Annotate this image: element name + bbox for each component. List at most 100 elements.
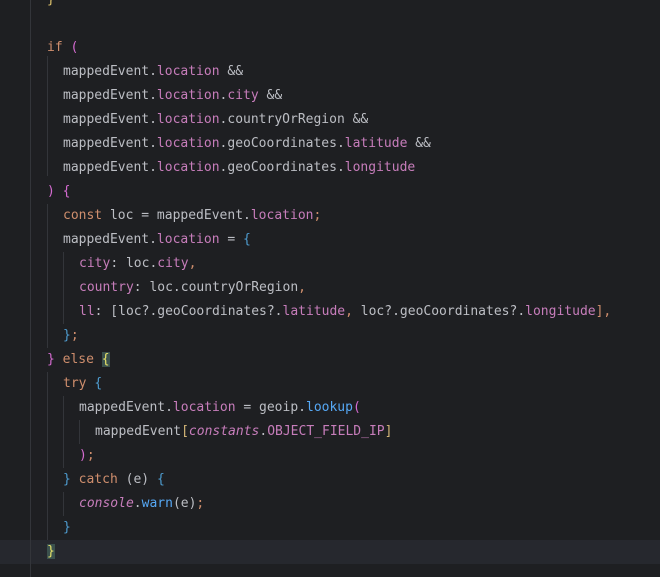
code-token: latitude xyxy=(282,304,346,319)
code-token: location xyxy=(156,232,220,247)
code-token: ) xyxy=(79,448,87,463)
code-token: . xyxy=(149,160,157,175)
code-line-text: ll: [loc?.geoCoordinates?.latitude, loc?… xyxy=(79,300,611,324)
code-token: } xyxy=(63,328,71,343)
code-token: lookup xyxy=(306,400,353,415)
code-line-text: country: loc.countryOrRegion, xyxy=(79,276,306,300)
code-line[interactable]: mappedEvent.location.city && xyxy=(0,84,660,108)
code-token: location xyxy=(156,136,220,151)
code-token: . xyxy=(243,208,251,223)
code-token: . xyxy=(336,136,345,151)
code-line[interactable]: try { xyxy=(0,372,660,396)
code-line[interactable] xyxy=(0,12,660,36)
code-token: location xyxy=(156,160,220,175)
code-token: , xyxy=(298,280,306,295)
code-line[interactable]: } else { xyxy=(0,348,660,372)
code-line-text: console.warn(e); xyxy=(79,492,204,516)
code-token: location xyxy=(156,64,220,79)
indent-guide xyxy=(30,0,31,577)
code-token: } xyxy=(47,544,55,559)
code-line-text: } xyxy=(47,540,55,564)
code-token: mappedEvent xyxy=(63,64,150,79)
code-token: . xyxy=(149,88,157,103)
code-line-text: mappedEvent.location.geoCoordinates.lati… xyxy=(63,132,431,156)
code-line-text: } else { xyxy=(47,348,110,372)
code-token: , xyxy=(345,304,361,319)
code-token: city xyxy=(79,256,111,271)
code-token: city xyxy=(157,256,189,271)
code-line[interactable]: if ( xyxy=(0,36,660,60)
code-editor[interactable]: }} console.warn(e);} catch (e) {); mappedE… xyxy=(0,0,660,577)
code-token: && xyxy=(258,88,283,103)
code-line[interactable]: mappedEvent.location.geoCoordinates.long… xyxy=(0,156,660,180)
code-token: ( xyxy=(70,40,79,55)
code-line[interactable]: ); xyxy=(0,444,660,468)
code-line[interactable]: } xyxy=(0,516,660,540)
code-token: location xyxy=(156,112,220,127)
code-line[interactable]: country: loc.countryOrRegion, xyxy=(0,276,660,300)
code-token: country xyxy=(79,280,134,295)
code-token: location xyxy=(156,88,220,103)
code-line-text: mappedEvent.location.geoCoordinates.long… xyxy=(63,156,415,180)
code-line[interactable]: ) { xyxy=(0,180,660,204)
code-line[interactable]: console.warn(e); xyxy=(0,492,660,516)
code-line[interactable]: }; xyxy=(0,324,660,348)
code-token: catch xyxy=(78,472,118,487)
code-token: mappedEvent xyxy=(63,136,150,151)
code-token: && xyxy=(219,64,244,79)
code-token: mappedEvent xyxy=(79,400,166,415)
code-line[interactable]: ll: [loc?.geoCoordinates?.latitude, loc?… xyxy=(0,300,660,324)
code-token: ( xyxy=(352,400,361,415)
code-token: { xyxy=(62,184,71,199)
code-token: = xyxy=(219,232,244,247)
code-line[interactable]: mappedEvent.location.geoCoordinates.lati… xyxy=(0,132,660,156)
code-line[interactable]: } xyxy=(0,0,660,12)
code-line[interactable]: mappedEvent.location = geoip.lookup( xyxy=(0,396,660,420)
code-token: . xyxy=(336,160,345,175)
code-token: [ xyxy=(181,424,189,439)
code-line-text: ) { xyxy=(47,180,70,204)
code-line[interactable]: mappedEvent.location && xyxy=(0,60,660,84)
code-token: : loc. xyxy=(110,256,158,271)
code-line[interactable]: mappedEvent[constants.OBJECT_FIELD_IP] xyxy=(0,420,660,444)
indent-guide xyxy=(63,492,64,516)
code-token: { xyxy=(101,352,110,367)
code-token: mappedEvent xyxy=(95,424,182,439)
code-token: else xyxy=(62,352,94,367)
code-line[interactable]: mappedEvent.location.countryOrRegion && xyxy=(0,108,660,132)
code-line-text: mappedEvent.location.countryOrRegion && xyxy=(63,108,368,132)
code-line[interactable]: city: loc.city, xyxy=(0,252,660,276)
code-token: warn xyxy=(141,496,173,511)
code-token: } xyxy=(47,352,55,367)
code-token: } xyxy=(63,472,71,487)
code-token: longitude xyxy=(525,304,596,319)
code-line-text: } xyxy=(63,516,71,540)
code-token: mappedEvent xyxy=(63,88,150,103)
code-token: = geoip. xyxy=(235,400,306,415)
code-token: const xyxy=(63,208,103,223)
code-token: ll xyxy=(79,304,95,319)
code-token: (e) xyxy=(117,472,157,487)
code-token: ; xyxy=(196,496,205,511)
code-token: constants xyxy=(188,424,260,439)
code-token: ; xyxy=(70,328,79,343)
code-token: geoCoordinates xyxy=(227,136,337,151)
code-token: && xyxy=(407,136,431,151)
code-token: OBJECT_FIELD_IP xyxy=(267,424,385,439)
code-line[interactable]: } catch (e) { xyxy=(0,468,660,492)
code-line[interactable]: } xyxy=(0,540,660,564)
code-line-text: mappedEvent.location = geoip.lookup( xyxy=(79,396,361,420)
code-token: && xyxy=(344,112,369,127)
code-token: ; xyxy=(313,208,322,223)
code-line-text: ); xyxy=(79,444,95,468)
code-line[interactable]: const loc = mappedEvent.location; xyxy=(0,204,660,228)
code-token: ) xyxy=(47,184,55,199)
code-line-text: city: loc.city, xyxy=(79,252,196,276)
code-token: } xyxy=(47,0,55,7)
code-token: : loc.countryOrRegion xyxy=(133,280,299,295)
code-token: mappedEvent xyxy=(63,232,150,247)
code-line[interactable]: mappedEvent.location = { xyxy=(0,228,660,252)
